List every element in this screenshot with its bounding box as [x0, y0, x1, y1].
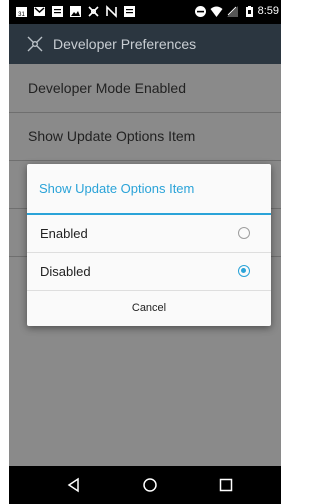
- back-icon[interactable]: [64, 475, 84, 495]
- gmail-icon: [34, 7, 45, 16]
- calendar-icon: 31: [16, 7, 27, 18]
- option-label: Disabled: [40, 264, 91, 279]
- list-item-show-update-options[interactable]: Show Update Options Item: [9, 112, 281, 161]
- notes-icon: [52, 6, 63, 17]
- page-title: Developer Preferences: [53, 36, 197, 52]
- wifi-icon: [210, 6, 223, 17]
- app-bar: Developer Preferences: [9, 24, 281, 64]
- list-item-developer-mode[interactable]: Developer Mode Enabled: [9, 64, 281, 113]
- option-label: Enabled: [40, 226, 88, 241]
- status-time: 8:59: [257, 5, 279, 17]
- signal-icon: [227, 6, 238, 17]
- status-bar: 31 8:59: [9, 0, 281, 24]
- battery-icon: [246, 6, 253, 17]
- option-disabled[interactable]: Disabled: [27, 253, 271, 291]
- list-item-label: Show Update Options Item: [28, 128, 196, 144]
- image-icon: [70, 6, 81, 17]
- nfc-icon: [106, 5, 117, 18]
- option-enabled[interactable]: Enabled: [27, 215, 271, 253]
- navigation-bar: [9, 466, 281, 504]
- radio-enabled[interactable]: [238, 227, 250, 239]
- cancel-button[interactable]: Cancel: [27, 291, 271, 326]
- radio-disabled[interactable]: [238, 265, 250, 277]
- recents-icon[interactable]: [216, 475, 236, 495]
- home-icon[interactable]: [140, 475, 160, 495]
- options-dialog: Show Update Options Item Enabled Disable…: [27, 164, 271, 326]
- list-item-label: Developer Mode Enabled: [28, 80, 186, 96]
- puzzle-icon: [88, 6, 99, 17]
- developer-tools-icon: [27, 36, 43, 52]
- dnd-icon: [195, 6, 206, 17]
- svg-text:31: 31: [18, 12, 25, 18]
- notes-icon: [124, 6, 135, 17]
- dialog-title: Show Update Options Item: [39, 181, 195, 196]
